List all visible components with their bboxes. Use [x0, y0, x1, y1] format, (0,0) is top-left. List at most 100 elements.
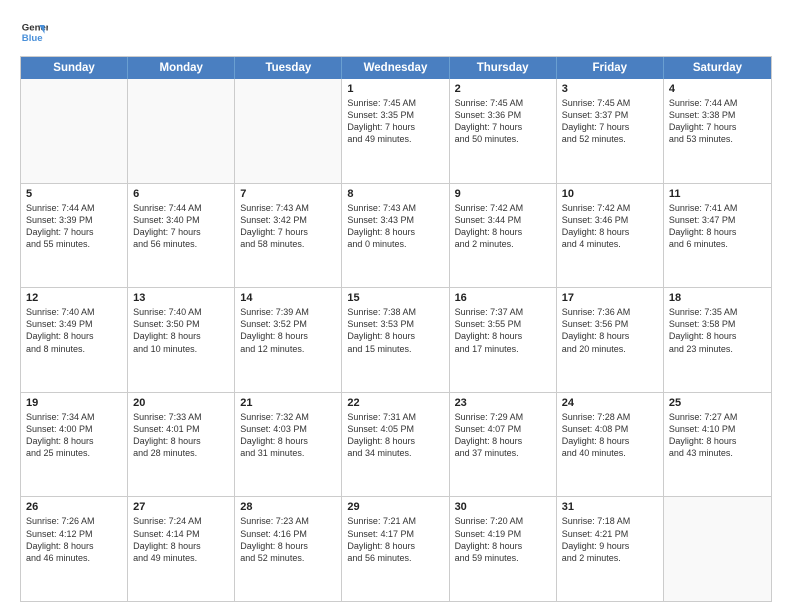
- day-number: 4: [669, 83, 766, 95]
- day-info: Sunrise: 7:36 AM Sunset: 3:56 PM Dayligh…: [562, 306, 658, 355]
- day-info: Sunrise: 7:38 AM Sunset: 3:53 PM Dayligh…: [347, 306, 443, 355]
- day-info: Sunrise: 7:44 AM Sunset: 3:40 PM Dayligh…: [133, 202, 229, 251]
- day-cell-1: 1 Sunrise: 7:45 AM Sunset: 3:35 PM Daylig…: [342, 79, 449, 183]
- day-number: 25: [669, 397, 766, 409]
- day-cell-20: 20 Sunrise: 7:33 AM Sunset: 4:01 PM Dayli…: [128, 393, 235, 497]
- day-info: Sunrise: 7:34 AM Sunset: 4:00 PM Dayligh…: [26, 411, 122, 460]
- day-cell-9: 9 Sunrise: 7:42 AM Sunset: 3:44 PM Daylig…: [450, 184, 557, 288]
- day-number: 5: [26, 188, 122, 200]
- day-info: Sunrise: 7:41 AM Sunset: 3:47 PM Dayligh…: [669, 202, 766, 251]
- day-header-wednesday: Wednesday: [342, 57, 449, 79]
- week-4: 19 Sunrise: 7:34 AM Sunset: 4:00 PM Dayli…: [21, 392, 771, 497]
- day-cell-7: 7 Sunrise: 7:43 AM Sunset: 3:42 PM Daylig…: [235, 184, 342, 288]
- day-cell-16: 16 Sunrise: 7:37 AM Sunset: 3:55 PM Dayli…: [450, 288, 557, 392]
- week-3: 12 Sunrise: 7:40 AM Sunset: 3:49 PM Dayli…: [21, 287, 771, 392]
- calendar-header: SundayMondayTuesdayWednesdayThursdayFrid…: [21, 57, 771, 79]
- day-number: 12: [26, 292, 122, 304]
- day-header-monday: Monday: [128, 57, 235, 79]
- week-2: 5 Sunrise: 7:44 AM Sunset: 3:39 PM Daylig…: [21, 183, 771, 288]
- day-info: Sunrise: 7:43 AM Sunset: 3:42 PM Dayligh…: [240, 202, 336, 251]
- day-number: 3: [562, 83, 658, 95]
- day-info: Sunrise: 7:42 AM Sunset: 3:44 PM Dayligh…: [455, 202, 551, 251]
- svg-text:Blue: Blue: [22, 33, 43, 44]
- day-number: 22: [347, 397, 443, 409]
- day-info: Sunrise: 7:35 AM Sunset: 3:58 PM Dayligh…: [669, 306, 766, 355]
- day-cell-19: 19 Sunrise: 7:34 AM Sunset: 4:00 PM Dayli…: [21, 393, 128, 497]
- day-info: Sunrise: 7:37 AM Sunset: 3:55 PM Dayligh…: [455, 306, 551, 355]
- day-cell-4: 4 Sunrise: 7:44 AM Sunset: 3:38 PM Daylig…: [664, 79, 771, 183]
- day-info: Sunrise: 7:32 AM Sunset: 4:03 PM Dayligh…: [240, 411, 336, 460]
- day-cell-3: 3 Sunrise: 7:45 AM Sunset: 3:37 PM Daylig…: [557, 79, 664, 183]
- day-number: 31: [562, 501, 658, 513]
- day-info: Sunrise: 7:44 AM Sunset: 3:38 PM Dayligh…: [669, 97, 766, 146]
- day-number: 17: [562, 292, 658, 304]
- day-cell-12: 12 Sunrise: 7:40 AM Sunset: 3:49 PM Dayli…: [21, 288, 128, 392]
- day-number: 23: [455, 397, 551, 409]
- day-cell-26: 26 Sunrise: 7:26 AM Sunset: 4:12 PM Dayli…: [21, 497, 128, 601]
- calendar: SundayMondayTuesdayWednesdayThursdayFrid…: [20, 56, 772, 602]
- day-header-thursday: Thursday: [450, 57, 557, 79]
- day-number: 30: [455, 501, 551, 513]
- day-number: 2: [455, 83, 551, 95]
- day-info: Sunrise: 7:21 AM Sunset: 4:17 PM Dayligh…: [347, 515, 443, 564]
- day-cell-14: 14 Sunrise: 7:39 AM Sunset: 3:52 PM Dayli…: [235, 288, 342, 392]
- day-cell-21: 21 Sunrise: 7:32 AM Sunset: 4:03 PM Dayli…: [235, 393, 342, 497]
- day-number: 21: [240, 397, 336, 409]
- day-number: 16: [455, 292, 551, 304]
- day-info: Sunrise: 7:45 AM Sunset: 3:37 PM Dayligh…: [562, 97, 658, 146]
- header: General Blue: [20, 18, 772, 46]
- day-info: Sunrise: 7:26 AM Sunset: 4:12 PM Dayligh…: [26, 515, 122, 564]
- day-number: 27: [133, 501, 229, 513]
- day-info: Sunrise: 7:24 AM Sunset: 4:14 PM Dayligh…: [133, 515, 229, 564]
- day-number: 11: [669, 188, 766, 200]
- day-info: Sunrise: 7:28 AM Sunset: 4:08 PM Dayligh…: [562, 411, 658, 460]
- logo: General Blue: [20, 18, 48, 46]
- day-header-sunday: Sunday: [21, 57, 128, 79]
- day-number: 26: [26, 501, 122, 513]
- day-cell-18: 18 Sunrise: 7:35 AM Sunset: 3:58 PM Dayli…: [664, 288, 771, 392]
- day-number: 7: [240, 188, 336, 200]
- day-info: Sunrise: 7:20 AM Sunset: 4:19 PM Dayligh…: [455, 515, 551, 564]
- day-cell-31: 31 Sunrise: 7:18 AM Sunset: 4:21 PM Dayli…: [557, 497, 664, 601]
- day-cell-8: 8 Sunrise: 7:43 AM Sunset: 3:43 PM Daylig…: [342, 184, 449, 288]
- day-number: 24: [562, 397, 658, 409]
- day-info: Sunrise: 7:31 AM Sunset: 4:05 PM Dayligh…: [347, 411, 443, 460]
- day-number: 8: [347, 188, 443, 200]
- day-cell-11: 11 Sunrise: 7:41 AM Sunset: 3:47 PM Dayli…: [664, 184, 771, 288]
- day-header-tuesday: Tuesday: [235, 57, 342, 79]
- day-info: Sunrise: 7:44 AM Sunset: 3:39 PM Dayligh…: [26, 202, 122, 251]
- day-number: 10: [562, 188, 658, 200]
- day-cell-30: 30 Sunrise: 7:20 AM Sunset: 4:19 PM Dayli…: [450, 497, 557, 601]
- day-cell-25: 25Sunrise: 7:27 AM Sunset: 4:10 PM Dayli…: [664, 393, 771, 497]
- day-info: Sunrise: 7:39 AM Sunset: 3:52 PM Dayligh…: [240, 306, 336, 355]
- day-number: 19: [26, 397, 122, 409]
- day-info: Sunrise: 7:40 AM Sunset: 3:50 PM Dayligh…: [133, 306, 229, 355]
- day-cell-28: 28Sunrise: 7:23 AM Sunset: 4:16 PM Dayli…: [235, 497, 342, 601]
- day-info: Sunrise: 7:18 AM Sunset: 4:21 PM Dayligh…: [562, 515, 658, 564]
- day-number: 15: [347, 292, 443, 304]
- empty-cell: [128, 79, 235, 183]
- day-info: Sunrise: 7:33 AM Sunset: 4:01 PM Dayligh…: [133, 411, 229, 460]
- day-number: 20: [133, 397, 229, 409]
- day-cell-13: 13 Sunrise: 7:40 AM Sunset: 3:50 PM Dayli…: [128, 288, 235, 392]
- day-cell-5: 5 Sunrise: 7:44 AM Sunset: 3:39 PM Daylig…: [21, 184, 128, 288]
- day-info: Sunrise: 7:45 AM Sunset: 3:36 PM Dayligh…: [455, 97, 551, 146]
- day-info: Sunrise: 7:43 AM Sunset: 3:43 PM Dayligh…: [347, 202, 443, 251]
- day-cell-15: 15 Sunrise: 7:38 AM Sunset: 3:53 PM Dayli…: [342, 288, 449, 392]
- day-cell-24: 24 Sunrise: 7:28 AM Sunset: 4:08 PM Dayli…: [557, 393, 664, 497]
- day-cell-27: 27 Sunrise: 7:24 AM Sunset: 4:14 PM Dayli…: [128, 497, 235, 601]
- day-number: 28: [240, 501, 336, 513]
- day-info: Sunrise: 7:45 AM Sunset: 3:35 PM Dayligh…: [347, 97, 443, 146]
- day-cell-2: 2 Sunrise: 7:45 AM Sunset: 3:36 PM Daylig…: [450, 79, 557, 183]
- day-number: 14: [240, 292, 336, 304]
- day-info: Sunrise: 7:29 AM Sunset: 4:07 PM Dayligh…: [455, 411, 551, 460]
- day-cell-23: 23 Sunrise: 7:29 AM Sunset: 4:07 PM Dayli…: [450, 393, 557, 497]
- day-cell-17: 17 Sunrise: 7:36 AM Sunset: 3:56 PM Dayli…: [557, 288, 664, 392]
- day-number: 9: [455, 188, 551, 200]
- day-number: 13: [133, 292, 229, 304]
- day-info: Sunrise: 7:40 AM Sunset: 3:49 PM Dayligh…: [26, 306, 122, 355]
- day-number: 1: [347, 83, 443, 95]
- calendar-body: 1 Sunrise: 7:45 AM Sunset: 3:35 PM Daylig…: [21, 79, 771, 601]
- day-number: 18: [669, 292, 766, 304]
- day-cell-29: 29Sunrise: 7:21 AM Sunset: 4:17 PM Dayli…: [342, 497, 449, 601]
